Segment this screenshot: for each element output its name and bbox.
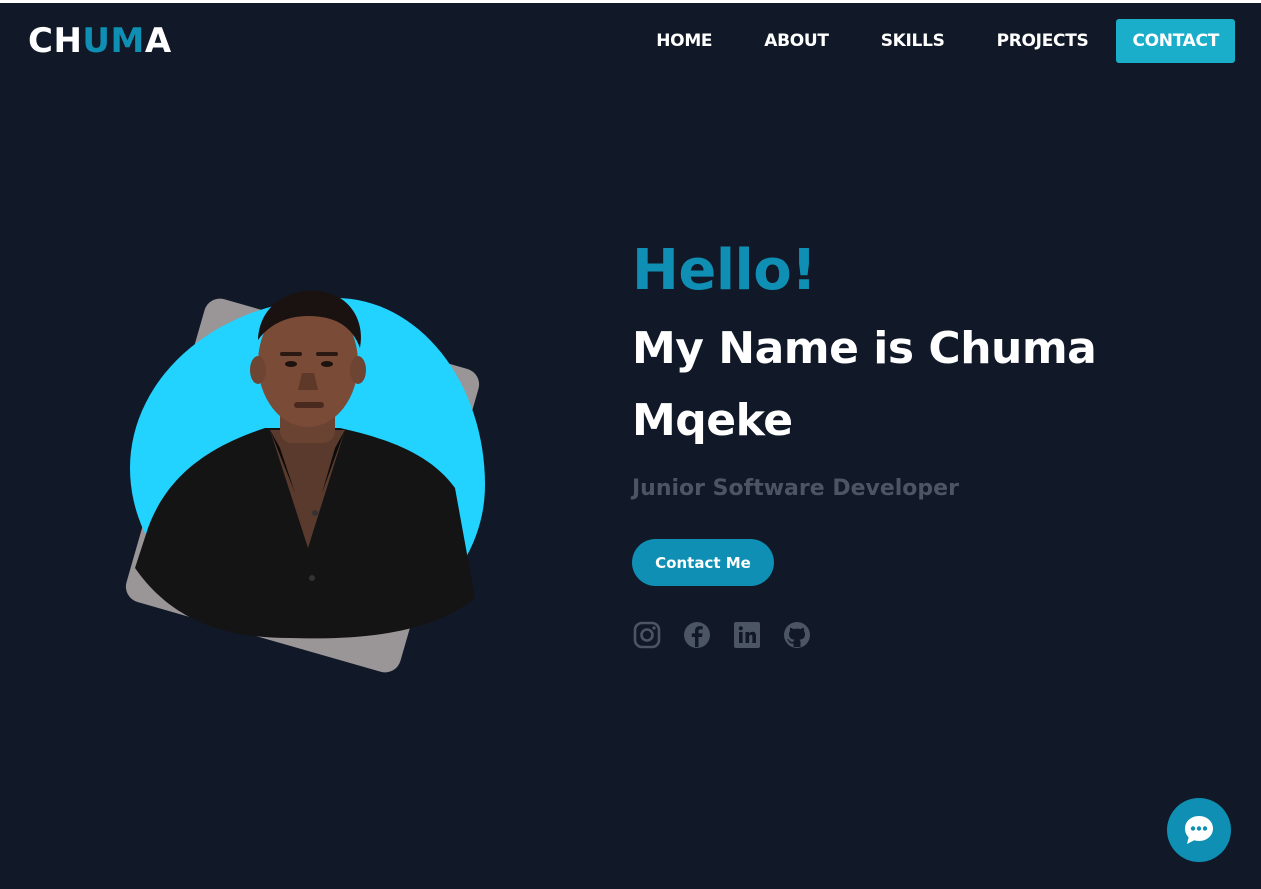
hero-image [120, 268, 500, 688]
site-logo[interactable]: CHUMA [28, 21, 172, 61]
hero-name: My Name is Chuma Mqeke [632, 323, 1097, 446]
logo-text-accent: UM [82, 21, 145, 61]
contact-me-button[interactable]: Contact Me [632, 539, 774, 586]
hero-role: Junior Software Developer [632, 476, 959, 501]
social-links [632, 620, 832, 650]
chat-bubble-icon [1185, 816, 1213, 844]
facebook-icon[interactable] [682, 620, 712, 650]
profile-portrait [135, 290, 475, 639]
logo-text-start: CH [28, 21, 83, 61]
nav-link-about[interactable]: ABOUT [764, 19, 829, 63]
linkedin-icon[interactable] [732, 620, 762, 650]
instagram-icon[interactable] [632, 620, 662, 650]
logo-text-end: A [144, 21, 172, 61]
nav-link-contact[interactable]: CONTACT [1116, 19, 1235, 63]
github-icon[interactable] [782, 620, 812, 650]
nav-link-skills[interactable]: SKILLS [881, 19, 945, 63]
chat-button[interactable] [1167, 798, 1231, 862]
nav-link-projects[interactable]: PROJECTS [997, 19, 1089, 63]
hero-greeting: Hello! [632, 238, 817, 303]
nav-link-home[interactable]: HOME [656, 19, 712, 63]
main-nav: HOME ABOUT SKILLS PROJECTS CONTACT [604, 19, 1235, 63]
page: CHUMA HOME ABOUT SKILLS PROJECTS CONTACT [0, 3, 1261, 889]
